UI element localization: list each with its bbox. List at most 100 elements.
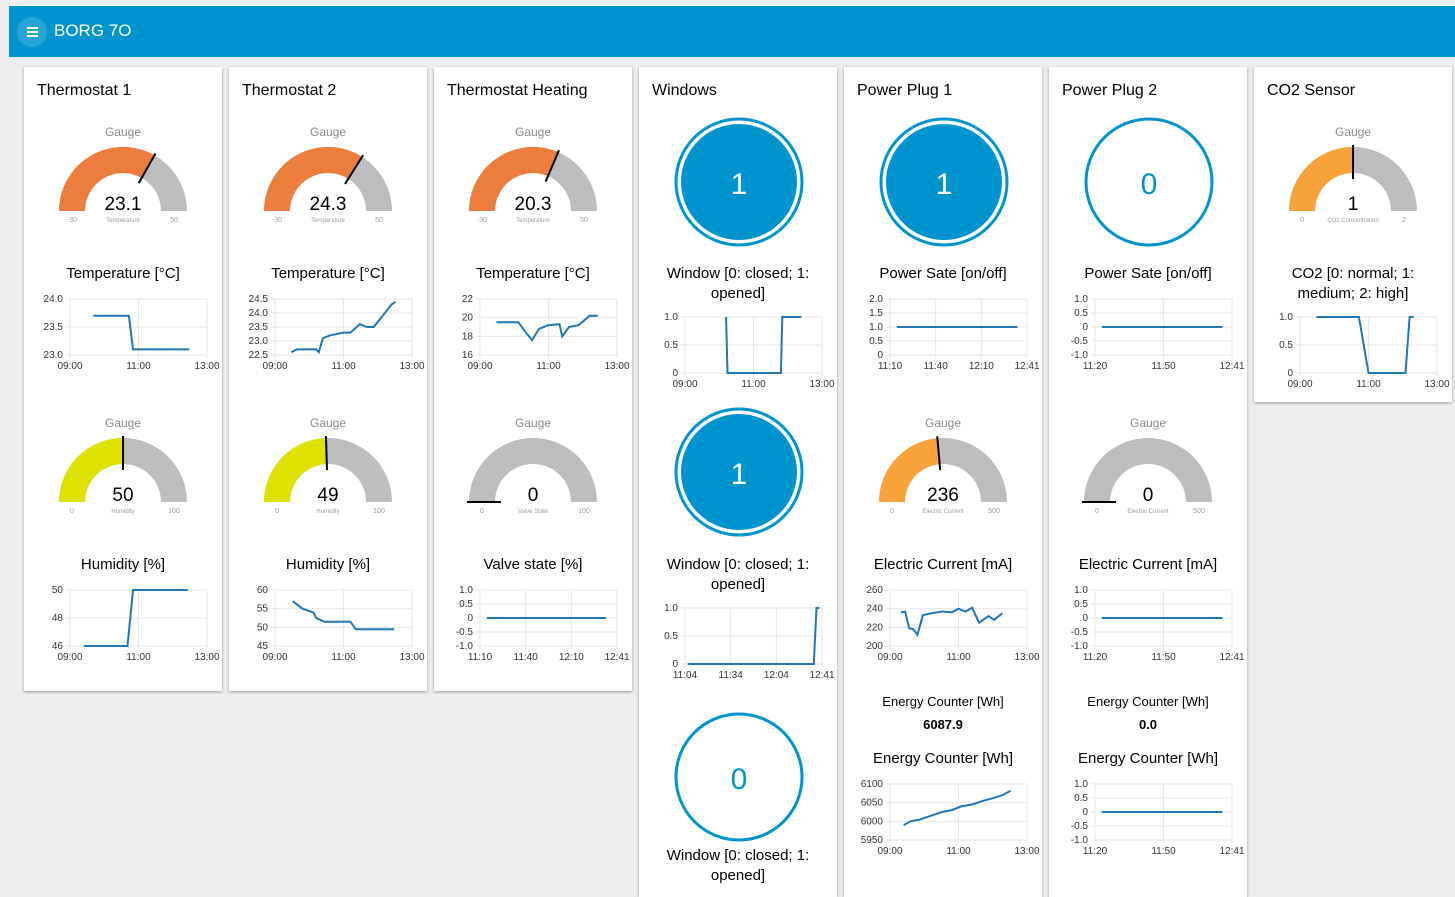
gauge-max-label: 2: [1402, 217, 1406, 224]
y-tick-label: 18: [462, 331, 474, 342]
y-tick-label: 0.5: [1279, 340, 1293, 351]
y-tick-label: 0.5: [1074, 599, 1088, 610]
y-tick-label: 0: [1082, 613, 1088, 624]
x-tick-label: 12:10: [559, 652, 584, 663]
y-tick-label: 23.5: [249, 322, 269, 333]
chart-title: Electric Current [mA]: [1078, 556, 1218, 573]
card-title: Thermostat 1: [37, 82, 132, 99]
y-tick-label: -0.5: [1071, 336, 1089, 347]
y-tick-label: 0: [1287, 368, 1293, 379]
gauge-label: Gauge: [924, 416, 962, 430]
y-tick-label: 1.0: [869, 322, 883, 333]
gauge-max-label: 100: [578, 508, 590, 515]
power-state-circle: 1: [879, 117, 1009, 247]
x-tick-label: 12:41: [1219, 846, 1244, 857]
y-tick-label: 0: [467, 613, 473, 624]
gauge-value: 236: [927, 485, 959, 506]
y-tick-label: 0.5: [1074, 308, 1088, 319]
gauge-max-label: 50: [375, 217, 383, 224]
gauge-label: Gauge: [1129, 416, 1167, 430]
series-line: [93, 314, 190, 351]
chart-title: Power Sate [on/off]: [879, 265, 1007, 282]
y-tick-label: 0: [1082, 807, 1088, 818]
x-tick-label: 13:00: [194, 361, 219, 372]
y-tick-label: 50: [52, 585, 64, 596]
x-tick-label: 13:00: [809, 379, 834, 390]
gauge-value: 0: [1143, 485, 1154, 506]
temperature-gauge: 24.3 Temperature -30 50: [264, 147, 392, 224]
x-tick-label: 11:00: [946, 652, 971, 663]
state-value: 1: [731, 168, 748, 201]
x-tick-label: 11:34: [719, 670, 744, 681]
card-title: Thermostat Heating: [447, 82, 588, 99]
y-tick-label: 0.5: [664, 340, 678, 351]
chart-title: Temperature [°C]: [271, 265, 385, 282]
y-tick-label: -1.0: [456, 641, 474, 652]
x-tick-label: 11:50: [1151, 361, 1176, 372]
chart-title: Electric Current [mA]: [873, 556, 1013, 573]
gauge-label: Gauge: [1334, 125, 1372, 139]
y-tick-label: 1.0: [1074, 779, 1088, 790]
x-tick-label: 11:00: [126, 361, 151, 372]
gauge-min-label: 0: [1095, 508, 1099, 515]
window-state-circle: 1: [674, 407, 804, 537]
y-tick-label: 46: [52, 641, 64, 652]
x-tick-label: 11:40: [924, 361, 949, 372]
card-title: Power Plug 1: [857, 82, 953, 99]
y-tick-label: 6000: [861, 816, 884, 827]
y-tick-label: 6050: [861, 798, 884, 809]
y-tick-label: 24.0: [249, 308, 269, 319]
hamburger-menu-icon[interactable]: [17, 17, 47, 47]
y-tick-label: -0.5: [456, 627, 474, 638]
gauge-label: Gauge: [309, 416, 347, 430]
y-tick-label: 24.0: [44, 294, 64, 305]
state-value: 1: [731, 458, 748, 491]
temperature-chart: 24.0 23.5 23.009:00 11:00 13:00: [44, 294, 220, 372]
app-title: BORG 7O: [54, 21, 132, 40]
gauge-unit-label: Temperature: [516, 218, 550, 224]
card-thermostat-heating: Thermostat Heating Gauge 20.3 Temperature…: [434, 67, 632, 691]
x-tick-label: 11:00: [126, 652, 151, 663]
y-tick-label: 0.5: [459, 599, 473, 610]
x-tick-label: 11:00: [741, 379, 766, 390]
y-tick-label: 1.0: [1074, 294, 1088, 305]
gauge-min-label: -30: [67, 217, 77, 224]
y-tick-label: -0.5: [1071, 821, 1089, 832]
gauge-label: Gauge: [104, 125, 142, 139]
y-tick-label: 0: [672, 368, 678, 379]
co2-gauge: 1 CO2 Concentration 0 2: [1289, 145, 1417, 224]
x-tick-label: 11:20: [1083, 846, 1108, 857]
x-tick-label: 11:00: [1356, 379, 1381, 390]
x-tick-label: 13:00: [1014, 652, 1039, 663]
x-tick-label: 13:00: [399, 361, 424, 372]
window-caption: Window [0: closed; 1: opened]: [666, 556, 810, 593]
x-tick-label: 12:41: [604, 652, 629, 663]
x-tick-label: 12:41: [1219, 361, 1244, 372]
x-tick-label: 09:00: [877, 652, 902, 663]
gauge-unit-label: Humidity: [111, 509, 134, 515]
window-state-circle: 0: [674, 712, 804, 842]
gauge-unit-label: Temperature: [106, 218, 140, 224]
y-tick-label: 23.0: [44, 350, 64, 361]
series-line: [903, 789, 1012, 826]
temperature-chart: 24.5 24.0 23.5 23.0 22.509:00 11:00 13:00: [249, 294, 425, 372]
x-tick-label: 11:10: [468, 652, 493, 663]
gauge-label: Gauge: [514, 125, 552, 139]
x-tick-label: 11:00: [946, 846, 971, 857]
state-value: 1: [936, 168, 953, 201]
y-tick-label: 6100: [861, 779, 884, 790]
gauge-unit-label: CO2 Concentration: [1327, 218, 1378, 224]
y-tick-label: -1.0: [1071, 350, 1089, 361]
gauge-value: 49: [317, 485, 338, 506]
chart-title: Valve state [%]: [483, 556, 583, 573]
humidity-gauge: 49 Humidity 0 100: [264, 436, 392, 515]
x-tick-label: 09:00: [57, 361, 82, 372]
energy-counter-title: Energy Counter [Wh]: [882, 694, 1004, 709]
card-title: Thermostat 2: [242, 82, 337, 99]
chart-title: CO2 [0: normal; 1: medium; 2: high]: [1291, 265, 1415, 302]
window-chart: 1.0 0.5 009:00 11:00 13:00: [664, 312, 835, 390]
y-tick-label: 48: [52, 613, 64, 624]
window-state-circle: 1: [674, 117, 804, 247]
chart-title: Energy Counter [Wh]: [1077, 750, 1219, 767]
chart-title: Humidity [%]: [285, 556, 371, 573]
